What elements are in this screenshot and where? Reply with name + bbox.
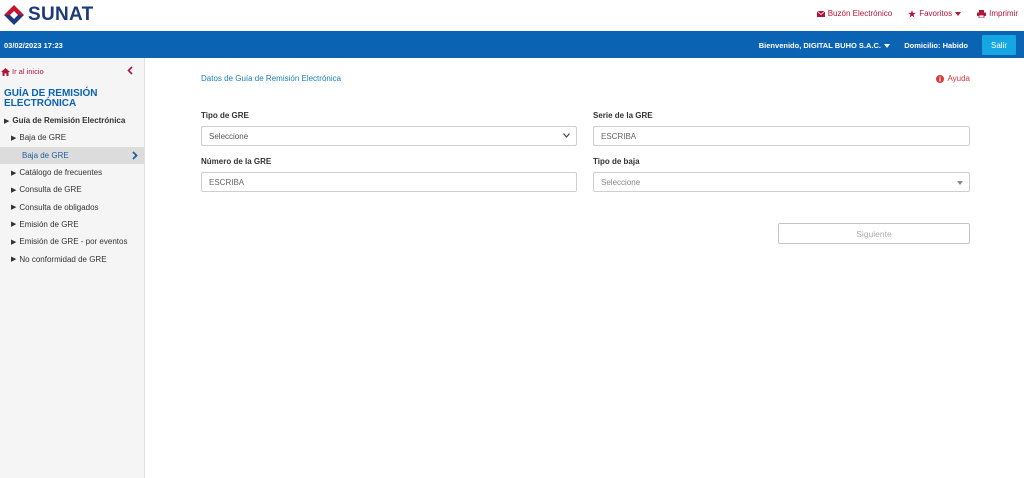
home-label: Ir al inicio: [12, 67, 44, 76]
sidebar-item-label: Baja de GRE: [19, 133, 67, 143]
top-links: Buzón Electrónico Favoritos Imprimir: [816, 9, 1018, 18]
tipo-baja-value: Seleccione: [601, 177, 641, 187]
sidebar-item-label: Consulta de obligados: [19, 202, 99, 212]
sidebar-item-label: Emisión de GRE - por eventos: [19, 237, 128, 247]
sidebar-item-emision-eventos[interactable]: ▶ Emisión de GRE - por eventos: [0, 233, 144, 250]
favoritos-link[interactable]: Favoritos: [908, 9, 962, 18]
tipo-gre-value: Seleccione: [209, 131, 249, 141]
tipo-baja-label: Tipo de baja: [593, 157, 640, 166]
caret-down-icon: [884, 43, 890, 48]
sidebar-item-label: Guía de Remisión Electrónica: [12, 116, 126, 126]
user-menu[interactable]: Bienvenido, DIGITAL BUHO S.A.C.: [759, 41, 890, 50]
collapse-sidebar-icon[interactable]: [127, 66, 133, 75]
sidebar-title: GUÍA DE REMISIÓN ELECTRÓNICA: [4, 88, 98, 109]
numero-gre-label: Número de la GRE: [201, 157, 272, 166]
numero-gre-input[interactable]: [209, 177, 576, 187]
caret-down-icon: [957, 181, 963, 185]
envelope-icon: [816, 10, 825, 17]
sidebar-item-catalogo[interactable]: ▶ Catálogo de frecuentes: [0, 164, 144, 181]
sidebar-menu: ▶ Guía de Remisión Electrónica ▶ Baja de…: [0, 112, 144, 268]
page-title: Datos de Guía de Remisión Electrónica: [201, 74, 342, 83]
serie-gre-label: Serie de la GRE: [593, 111, 653, 120]
triangle-right-icon: ▶: [11, 186, 17, 194]
imprimir-link[interactable]: Imprimir: [977, 9, 1018, 18]
sidebar: Ir al inicio GUÍA DE REMISIÓN ELECTRÓNIC…: [0, 58, 145, 478]
welcome-text: Bienvenido, DIGITAL BUHO S.A.C.: [758, 41, 881, 50]
domicilio-status: Domicilio: Habido: [904, 41, 968, 50]
sidebar-item-guia-remision[interactable]: ▶ Guía de Remisión Electrónica: [0, 112, 144, 129]
sidebar-item-label: Catálogo de frecuentes: [19, 168, 103, 178]
sidebar-item-label: Consulta de GRE: [19, 185, 82, 195]
logout-button[interactable]: Salir: [982, 35, 1016, 55]
tipo-gre-label: Tipo de GRE: [201, 111, 249, 120]
serie-gre-field[interactable]: [593, 126, 970, 146]
triangle-right-icon: ▶: [11, 221, 17, 229]
sidebar-item-consulta-obligados[interactable]: ▶ Consulta de obligados: [0, 198, 144, 215]
brand-name: SUNAT: [28, 4, 94, 25]
triangle-right-icon: ▶: [11, 169, 17, 177]
help-link[interactable]: Ayuda: [936, 74, 970, 83]
serie-gre-input[interactable]: [601, 131, 969, 141]
tipo-gre-select[interactable]: Seleccione: [201, 126, 577, 146]
help-label: Ayuda: [947, 74, 970, 83]
triangle-right-icon: ▶: [11, 134, 17, 142]
triangle-right-icon: ▶: [4, 117, 10, 125]
chevron-down-icon: [563, 133, 570, 138]
triangle-right-icon: ▶: [11, 204, 17, 212]
home-icon: [1, 67, 10, 76]
chevron-right-icon: [132, 151, 138, 160]
caret-down-icon: [955, 11, 962, 16]
sidebar-item-label: Baja de GRE: [22, 150, 69, 160]
sunat-logo[interactable]: SUNAT: [3, 3, 94, 27]
tipo-baja-select[interactable]: Seleccione: [593, 172, 970, 192]
favoritos-label: Favoritos: [919, 9, 953, 18]
sidebar-item-no-conformidad[interactable]: ▶ No conformidad de GRE: [0, 250, 144, 267]
home-link[interactable]: Ir al inicio: [1, 67, 44, 76]
sidebar-item-label: Emisión de GRE: [19, 219, 79, 229]
top-header: SUNAT Buzón Electrónico Favoritos Imprim…: [0, 0, 1024, 31]
star-icon: [908, 9, 917, 18]
triangle-right-icon: ▶: [11, 256, 17, 264]
sunat-logo-icon: [4, 5, 24, 25]
triangle-right-icon: ▶: [11, 238, 17, 246]
info-icon: [936, 74, 945, 83]
session-datetime: 03/02/2023 17:23: [4, 41, 63, 50]
sidebar-item-emision-gre[interactable]: ▶ Emisión de GRE: [0, 216, 144, 233]
buzon-label: Buzón Electrónico: [827, 9, 893, 18]
imprimir-label: Imprimir: [989, 9, 1018, 18]
sidebar-item-baja-gre-active[interactable]: Baja de GRE: [0, 146, 144, 164]
numero-gre-field[interactable]: [201, 172, 577, 192]
sidebar-item-consulta-gre[interactable]: ▶ Consulta de GRE: [0, 181, 144, 198]
sidebar-item-baja-gre[interactable]: ▶ Baja de GRE: [0, 129, 144, 146]
sidebar-item-label: No conformidad de GRE: [19, 254, 107, 264]
session-bar: 03/02/2023 17:23 Bienvenido, DIGITAL BUH…: [0, 31, 1024, 58]
next-button[interactable]: Siguiente: [778, 223, 970, 244]
printer-icon: [977, 9, 987, 18]
buzon-link[interactable]: Buzón Electrónico: [816, 9, 893, 18]
